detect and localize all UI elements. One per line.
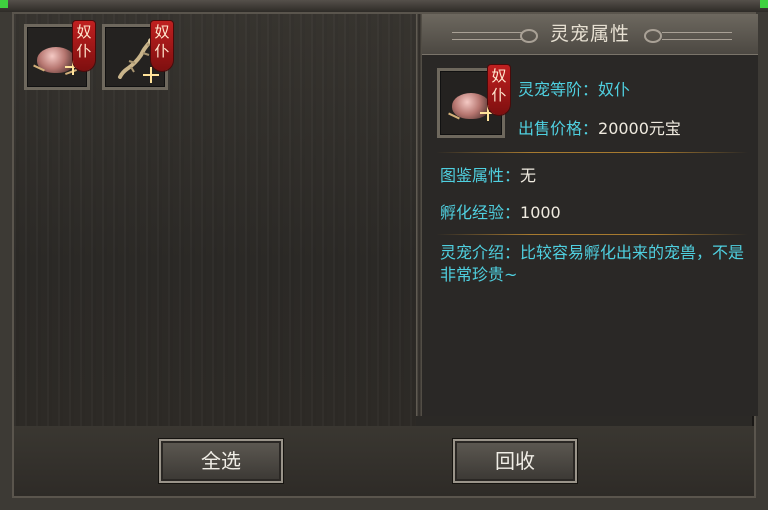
pet-slot-2[interactable]: 奴仆: [102, 21, 173, 90]
collection-row: 图鉴属性：无: [440, 166, 536, 186]
selected-pet-icon: 奴仆: [437, 65, 510, 138]
window-top-edge: [0, 0, 768, 12]
select-all-button[interactable]: 全选: [159, 439, 283, 483]
corner-indicator-left: [0, 0, 8, 8]
header-ornament-right: [662, 32, 732, 40]
corner-indicator-right: [760, 0, 768, 8]
price-value: 20000元宝: [598, 119, 681, 138]
pet-slot-1[interactable]: 奴仆: [24, 21, 95, 90]
collection-label: 图鉴属性：: [440, 166, 521, 185]
hatch-exp-row: 孵化经验：1000: [440, 203, 561, 223]
rank-value: 奴仆: [598, 80, 631, 99]
rank-label: 灵宠等阶：: [518, 80, 599, 99]
rank-row: 灵宠等阶：奴仆: [518, 80, 630, 100]
rank-badge: 奴仆: [488, 65, 510, 115]
intro-label: 灵宠介绍：: [440, 243, 521, 262]
price-row: 出售价格：20000元宝: [518, 119, 681, 139]
rank-badge: 奴仆: [151, 21, 173, 71]
separator: [436, 152, 748, 153]
pet-description: 灵宠介绍：比较容易孵化出来的宠兽，不是非常珍贵~: [440, 242, 750, 286]
rank-badge: 奴仆: [73, 21, 95, 71]
attributes-header: 灵宠属性: [422, 14, 758, 55]
collection-value: 无: [520, 166, 537, 185]
hatch-exp-label: 孵化经验：: [440, 203, 521, 222]
header-ornament-right-curl: [644, 29, 662, 43]
recycle-button[interactable]: 回收: [453, 439, 577, 483]
hatch-exp-value: 1000: [520, 203, 561, 222]
bottom-button-bar: [14, 426, 754, 496]
price-label: 出售价格：: [518, 119, 599, 138]
separator: [436, 234, 748, 235]
